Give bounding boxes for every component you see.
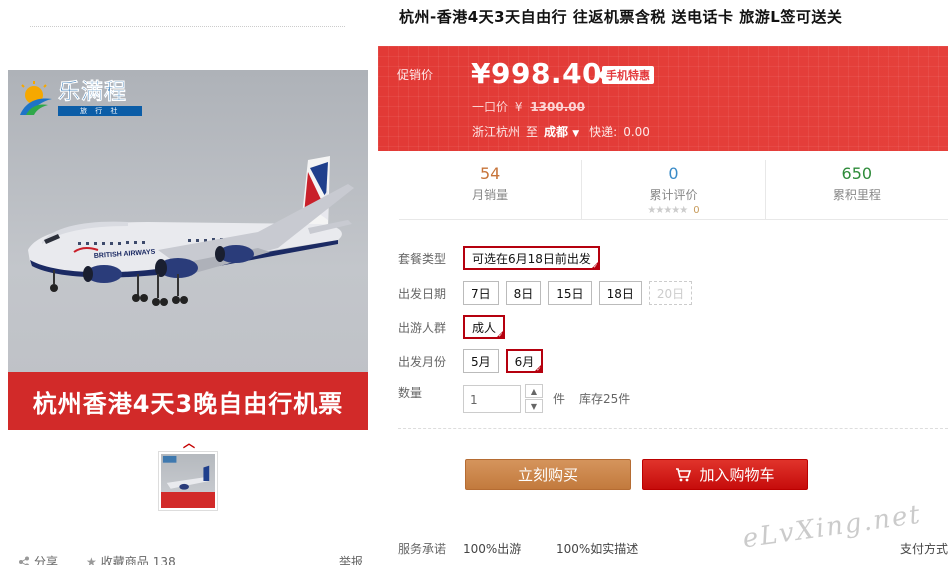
points-value: 650 — [841, 164, 873, 183]
reviews-value: 0 — [668, 164, 679, 183]
date-option[interactable]: 8日 — [505, 281, 542, 305]
points: 650 累积里程 — [764, 160, 948, 219]
points-label: 累积里程 — [832, 188, 881, 202]
service-item[interactable]: 100%如实描述 — [556, 540, 638, 557]
original-price-value: 1300.00 — [530, 100, 585, 114]
main-product-image[interactable]: BRITISH AIRWAYS 乐满程 旅 行 社 杭州香港4天3晚自由行机票 — [8, 70, 368, 430]
people-option[interactable]: 成人 ✓ — [463, 315, 506, 339]
share-icon — [19, 556, 29, 565]
mobile-deal-badge: 手机特惠 — [597, 66, 654, 84]
image-banner: 杭州香港4天3晚自由行机票 — [8, 372, 368, 430]
stats-bar: 54 月销量 0 累计评价 ★★★★★ 0 650 累积里程 — [399, 160, 948, 220]
monthly-sales-label: 月销量 — [472, 188, 509, 202]
sun-logo-icon — [20, 81, 52, 115]
favorite-button[interactable]: ★ 收藏商品 138 — [86, 553, 176, 565]
monthly-sales: 54 月销量 — [399, 160, 581, 219]
quantity-unit: 件 — [553, 392, 566, 406]
quantity-row: 数量 1 ▲ ▼ 件 库存25件 — [398, 384, 630, 413]
people-label: 出游人群 — [398, 320, 447, 335]
original-price-currency: ¥ — [514, 100, 523, 114]
month-option-row: 出发月份 5月 6月 ✓ — [398, 349, 550, 373]
ship-to-city: 成都 — [544, 125, 569, 139]
express-label: 快递: — [589, 125, 618, 139]
reviews[interactable]: 0 累计评价 ★★★★★ 0 — [581, 160, 764, 219]
rating-count: 0 — [693, 205, 700, 216]
service-label: 服务承诺 — [398, 542, 447, 556]
quantity-label: 数量 — [398, 386, 423, 400]
ship-from: 浙江杭州 — [472, 125, 521, 139]
date-option[interactable]: 7日 — [463, 281, 499, 305]
divider — [30, 26, 345, 27]
thumbnail[interactable] — [158, 451, 218, 511]
report-link[interactable]: 举报 — [339, 553, 363, 565]
date-option[interactable]: 15日 — [548, 281, 592, 305]
date-option[interactable]: 18日 — [598, 281, 642, 305]
chevron-up-icon: ▲ — [530, 386, 538, 396]
price-box: 促销价 ¥998.40 手机特惠 一口价 ¥ 1300.00 浙江杭州 至 成都… — [378, 46, 948, 151]
shipping-info: 浙江杭州 至 成都 ▼ 快递: 0.00 — [472, 123, 650, 140]
product-info: 杭州-香港4天3天自由行 往返机票含税 送电话卡 旅游L签可送关 促销价 ¥99… — [378, 0, 948, 565]
add-to-cart-button[interactable]: 加入购物车 — [642, 459, 808, 490]
month-option[interactable]: 5月 — [463, 349, 499, 373]
quantity-input[interactable]: 1 — [463, 384, 521, 413]
stock-count: 库存25件 — [579, 392, 631, 406]
buy-now-button[interactable]: 立刻购买 — [465, 459, 631, 490]
monthly-sales-value: 54 — [479, 164, 501, 183]
promo-price: ¥998.40 — [471, 57, 603, 90]
chevron-up-icon[interactable]: ︿ — [183, 434, 195, 451]
brand-name: 乐满程 — [58, 79, 128, 105]
watermark: eLvXing.net — [740, 499, 924, 555]
divider — [398, 428, 948, 429]
package-option-row: 套餐类型 可选在6月18日前出发 ✓ — [398, 246, 607, 270]
rating-stars-icon: ★★★★★ 0 — [647, 205, 700, 216]
ship-to-word: 至 — [526, 125, 539, 139]
month-label: 出发月份 — [398, 354, 447, 369]
add-to-cart-label: 加入购物车 — [699, 466, 775, 484]
original-price-label: 一口价 — [472, 100, 509, 114]
favorite-label: 收藏商品 — [100, 555, 149, 565]
brand-subtitle: 旅 行 社 — [58, 105, 143, 116]
chevron-down-icon: ▼ — [572, 129, 580, 139]
chevron-down-icon: ▼ — [530, 401, 538, 411]
brand-logo: 乐满程 旅 行 社 — [16, 78, 143, 118]
gallery-actions-bar: 分享 ★ 收藏商品 138 举报 — [18, 553, 363, 565]
payment-methods[interactable]: 支付方式 — [900, 540, 948, 557]
service-item[interactable]: 100%出游 — [463, 540, 556, 557]
thumbnail-image — [161, 454, 215, 508]
date-option-disabled: 20日 — [648, 281, 693, 305]
cart-icon — [675, 467, 692, 482]
share-button[interactable]: 分享 — [18, 553, 58, 565]
express-value: 0.00 — [623, 124, 650, 139]
star-icon: ★ — [86, 554, 97, 565]
airplane-illustration: BRITISH AIRWAYS — [28, 156, 354, 306]
promo-price-label: 促销价 — [397, 68, 434, 82]
share-label: 分享 — [34, 555, 59, 565]
gallery: BRITISH AIRWAYS 乐满程 旅 行 社 杭州香港4天3晚自由行机票 … — [0, 0, 378, 565]
product-title: 杭州-香港4天3天自由行 往返机票含税 送电话卡 旅游L签可送关 — [399, 8, 843, 26]
increment-button[interactable]: ▲ — [525, 384, 543, 398]
favorite-count: 138 — [152, 554, 176, 565]
reviews-label: 累计评价 — [649, 188, 698, 202]
service-promise: 服务承诺 100%出游 100%如实描述 — [398, 540, 638, 557]
month-option[interactable]: 6月 ✓ — [505, 349, 544, 373]
ship-to-city-dropdown[interactable]: 成都 ▼ — [544, 123, 579, 140]
decrement-button[interactable]: ▼ — [525, 399, 543, 413]
quantity-stepper: ▲ ▼ — [525, 384, 543, 413]
package-label: 套餐类型 — [398, 251, 447, 266]
date-label: 出发日期 — [398, 286, 447, 301]
original-price: 一口价 ¥ 1300.00 — [472, 98, 585, 115]
package-option[interactable]: 可选在6月18日前出发 ✓ — [463, 246, 600, 270]
date-option-row: 出发日期 7日 8日 15日 18日 20日 — [398, 281, 699, 305]
people-option-row: 出游人群 成人 ✓ — [398, 315, 512, 339]
